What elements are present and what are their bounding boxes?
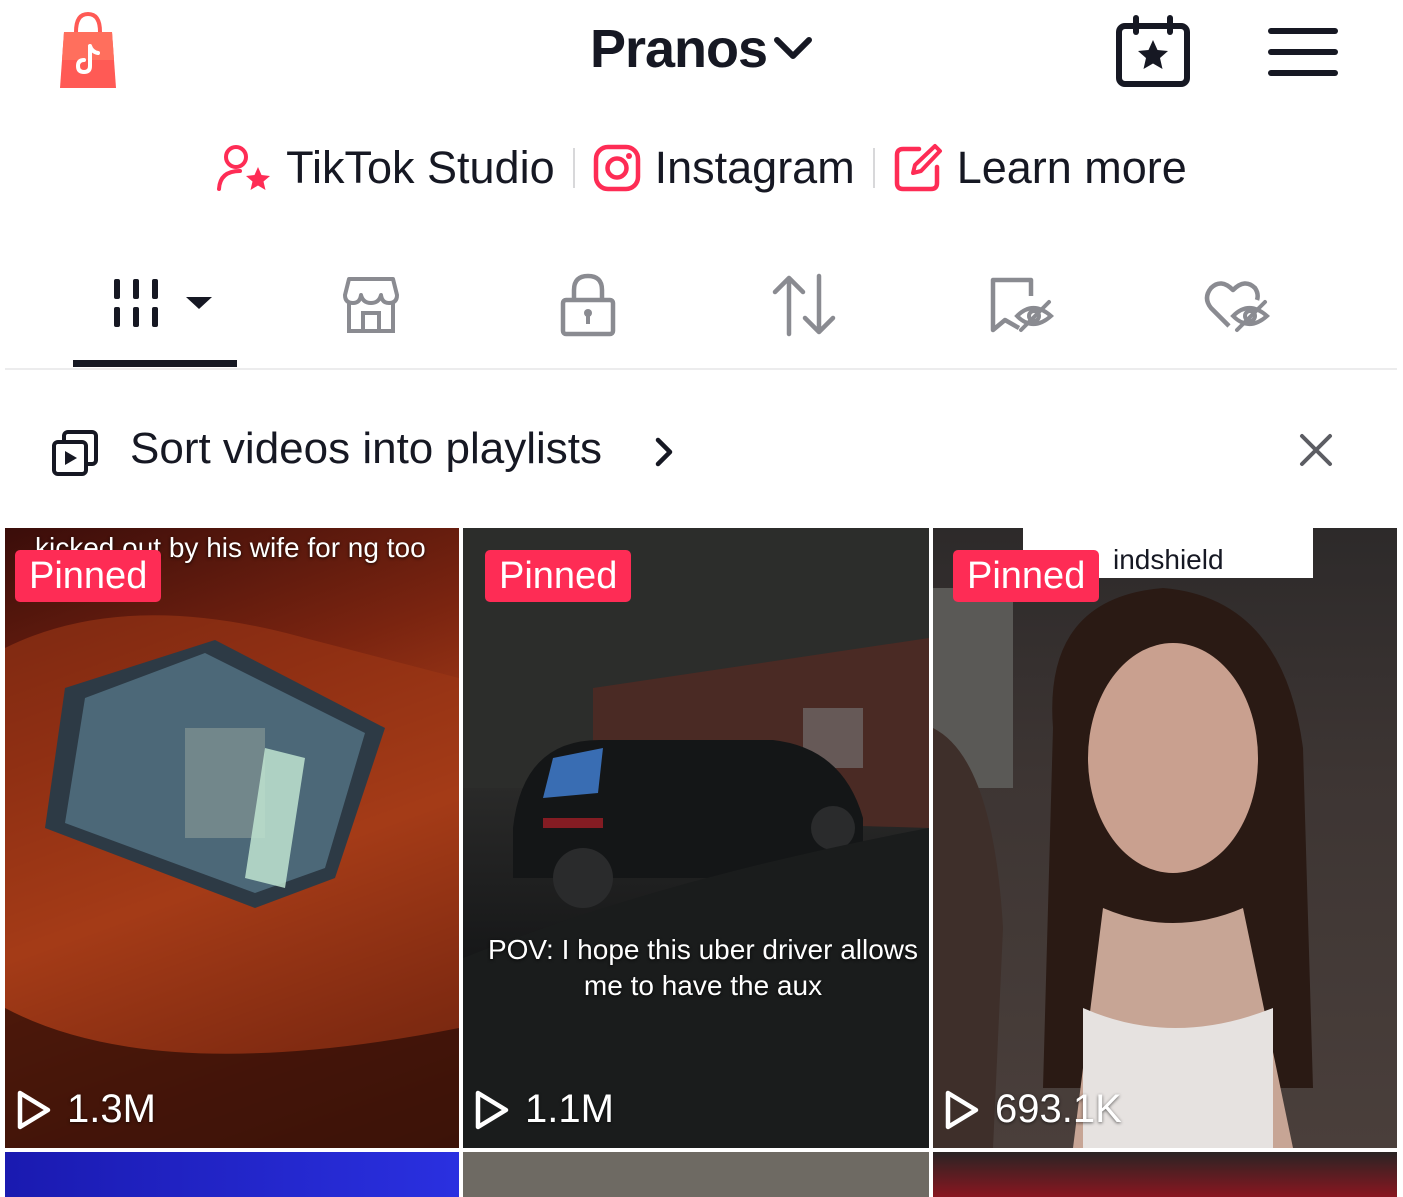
storefront-icon [343, 277, 399, 333]
heart-hidden-icon [1204, 281, 1271, 332]
instagram-icon [593, 144, 640, 192]
play-icon [945, 1090, 979, 1129]
view-count-value: 693.1K [995, 1087, 1122, 1131]
playlist-icon [52, 430, 98, 476]
lock-icon [560, 273, 616, 337]
video-caption: POV: I hope this uber driver allows me t… [487, 934, 919, 1001]
tab-favorites[interactable] [985, 270, 1061, 340]
chevron-right-icon [655, 437, 673, 467]
profile-links: TikTok Studio Instagram Learn more [0, 136, 1403, 200]
video-tile[interactable]: indshield Pinned 693.1K [933, 528, 1397, 1148]
view-count-value: 1.3M [67, 1087, 156, 1131]
grid-icon [114, 279, 212, 327]
creator-star-icon [217, 145, 271, 191]
play-icon [17, 1090, 51, 1129]
video-thumbnail [933, 588, 1313, 1148]
caret-down-icon [186, 297, 212, 309]
tab-shop[interactable] [335, 270, 407, 340]
tab-videos[interactable] [105, 270, 221, 340]
learn-more-link[interactable]: Learn more [875, 142, 1205, 194]
account-switcher[interactable]: Pranos [590, 18, 813, 80]
username: Pranos [589, 19, 768, 79]
tiktok-studio-label: TikTok Studio [286, 142, 555, 193]
tab-private[interactable] [553, 270, 623, 340]
tab-reposts[interactable] [767, 270, 841, 340]
instagram-link[interactable]: Instagram [575, 142, 873, 194]
calendar-star-icon[interactable] [1114, 14, 1192, 88]
video-tile[interactable] [5, 1152, 459, 1197]
video-caption: indshield [1113, 544, 1224, 575]
learn-more-label: Learn more [956, 142, 1187, 193]
profile-tabs [5, 250, 1397, 370]
repost-icon [772, 273, 836, 337]
active-tab-indicator [73, 360, 237, 367]
close-icon[interactable] [1296, 430, 1336, 470]
pinned-badge: Pinned [485, 550, 632, 602]
edit-icon [894, 144, 942, 192]
instagram-label: Instagram [654, 142, 855, 193]
view-count: 1.1M [473, 1087, 614, 1132]
chevron-down-icon [774, 37, 813, 59]
bookmark-hidden-icon [990, 277, 1055, 333]
video-thumbnail [463, 528, 929, 1148]
video-tile[interactable]: kicked out by his wife for ng too much P… [5, 528, 459, 1148]
view-count: 1.3M [15, 1087, 156, 1132]
banner-text: Sort videos into playlists [130, 424, 602, 473]
video-tile[interactable]: POV: I hope this uber driver allows me t… [463, 528, 929, 1148]
video-thumbnail [5, 615, 459, 1148]
profile-header: Pranos [0, 0, 1403, 100]
hamburger-menu-icon[interactable] [1268, 26, 1338, 78]
tiktok-studio-link[interactable]: TikTok Studio [198, 142, 572, 194]
play-icon [475, 1090, 509, 1129]
pinned-badge: Pinned [953, 550, 1100, 602]
pinned-badge: Pinned [15, 550, 162, 602]
tab-liked[interactable] [1201, 270, 1277, 340]
video-grid: kicked out by his wife for ng too much P… [5, 528, 1397, 1197]
video-tile[interactable] [463, 1152, 929, 1197]
view-count: 693.1K [943, 1087, 1122, 1132]
video-tile[interactable] [933, 1152, 1397, 1197]
playlist-banner[interactable]: Sort videos into playlists [0, 410, 1403, 496]
view-count-value: 1.1M [525, 1087, 614, 1131]
